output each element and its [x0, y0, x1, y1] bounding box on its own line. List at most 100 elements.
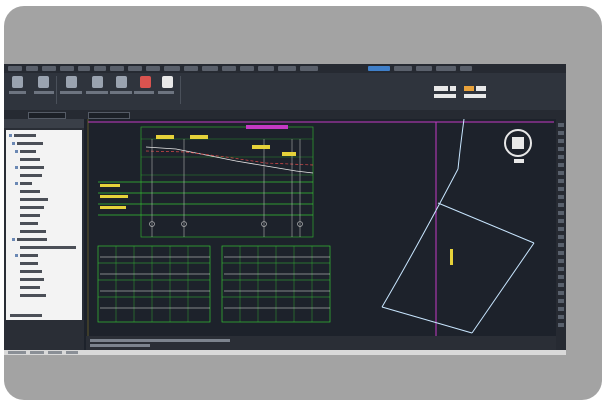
tree-expand-icon[interactable] — [12, 142, 15, 145]
status-item[interactable] — [66, 351, 78, 354]
tree-item[interactable] — [17, 142, 43, 145]
ribbon-tab[interactable] — [26, 66, 38, 71]
ribbon-tab[interactable] — [8, 66, 22, 71]
view-selector[interactable] — [28, 112, 66, 119]
ribbon-tab[interactable] — [184, 66, 198, 71]
toolbar-tool-icon[interactable] — [558, 259, 564, 263]
ribbon-tool-icon[interactable] — [140, 76, 151, 88]
ribbon-tool-icon[interactable] — [162, 76, 173, 88]
tree-item[interactable] — [20, 198, 48, 201]
tree-item[interactable] — [20, 222, 38, 225]
ribbon-tool-icon[interactable] — [450, 86, 456, 91]
ribbon-tab[interactable] — [394, 66, 412, 71]
tree-item[interactable] — [17, 238, 47, 241]
toolbar-tool-icon[interactable] — [558, 139, 564, 143]
toolbar-tool-icon[interactable] — [558, 267, 564, 271]
toolbar-tool-icon[interactable] — [558, 171, 564, 175]
ribbon-tool-icon[interactable] — [464, 94, 486, 98]
toolbar-tool-icon[interactable] — [558, 163, 564, 167]
toolbar-tool-icon[interactable] — [558, 155, 564, 159]
tree-expand-icon[interactable] — [15, 254, 18, 257]
ribbon-tab[interactable] — [110, 66, 124, 71]
toolbar-tool-icon[interactable] — [558, 227, 564, 231]
command-line[interactable] — [86, 336, 556, 350]
tree-item[interactable] — [20, 190, 40, 193]
toolbar-tool-icon[interactable] — [558, 123, 564, 127]
tree-item[interactable] — [20, 246, 76, 249]
command-input[interactable] — [90, 344, 150, 347]
tree-item[interactable] — [20, 230, 46, 233]
tree-item[interactable] — [20, 262, 38, 265]
toolbar-tool-icon[interactable] — [558, 307, 564, 311]
tree-expand-icon[interactable] — [12, 238, 15, 241]
ribbon-tool-icon[interactable] — [434, 86, 448, 91]
toolbar-tool-icon[interactable] — [558, 275, 564, 279]
tree-item[interactable] — [10, 314, 42, 317]
ribbon-tool-icon[interactable] — [464, 86, 474, 91]
toolbar-tool-icon[interactable] — [558, 243, 564, 247]
ribbon-tab[interactable] — [436, 66, 456, 71]
tree-item[interactable] — [20, 286, 40, 289]
toolbar-tool-icon[interactable] — [558, 147, 564, 151]
tree-item[interactable] — [20, 254, 38, 257]
ribbon-tool-icon[interactable] — [66, 76, 77, 88]
style-selector[interactable] — [88, 112, 130, 119]
toolbar-tool-icon[interactable] — [558, 323, 564, 327]
toolbar-tool-icon[interactable] — [558, 315, 564, 319]
ribbon-tool-icon[interactable] — [38, 76, 49, 88]
toolbar-tool-icon[interactable] — [558, 179, 564, 183]
tree-item[interactable] — [20, 214, 40, 217]
tree-item[interactable] — [20, 270, 42, 273]
ribbon-tab[interactable] — [240, 66, 254, 71]
toolbar-tool-icon[interactable] — [558, 195, 564, 199]
tree-item[interactable] — [20, 206, 44, 209]
ribbon-tab[interactable] — [416, 66, 432, 71]
model-space-canvas[interactable] — [86, 118, 556, 350]
ribbon-tab[interactable] — [128, 66, 142, 71]
toolbar-tool-icon[interactable] — [558, 131, 564, 135]
toolbar-tool-icon[interactable] — [558, 235, 564, 239]
toolbar-tool-icon[interactable] — [558, 187, 564, 191]
tree-item[interactable] — [14, 134, 36, 137]
tree-item[interactable] — [20, 158, 40, 161]
ribbon-tab-active[interactable] — [368, 66, 390, 71]
tree-item[interactable] — [20, 166, 44, 169]
ribbon-tab[interactable] — [278, 66, 296, 71]
toolbar-tool-icon[interactable] — [558, 203, 564, 207]
ribbon-tab[interactable] — [60, 66, 74, 71]
ribbon-tab[interactable] — [222, 66, 236, 71]
status-item[interactable] — [30, 351, 44, 354]
toolbar-tool-icon[interactable] — [558, 251, 564, 255]
ribbon-tab[interactable] — [78, 66, 90, 71]
status-item[interactable] — [48, 351, 62, 354]
tree-item[interactable] — [20, 174, 42, 177]
toolbar-tool-icon[interactable] — [558, 299, 564, 303]
tree-item[interactable] — [20, 150, 36, 153]
tree-item[interactable] — [20, 294, 46, 297]
status-item[interactable] — [8, 351, 26, 354]
tree-expand-icon[interactable] — [15, 150, 18, 153]
ribbon-tab[interactable] — [42, 66, 56, 71]
ribbon-tool-icon[interactable] — [12, 76, 23, 88]
ribbon-tool-icon[interactable] — [434, 94, 456, 98]
ribbon-tab[interactable] — [300, 66, 318, 71]
ribbon-tool-icon[interactable] — [116, 76, 127, 88]
project-tree[interactable] — [6, 130, 82, 320]
tree-expand-icon[interactable] — [9, 134, 12, 137]
tree-item[interactable] — [20, 182, 32, 185]
ribbon-tab[interactable] — [164, 66, 180, 71]
ribbon-tool-icon[interactable] — [92, 76, 103, 88]
toolbar-tool-icon[interactable] — [558, 283, 564, 287]
tree-expand-icon[interactable] — [15, 166, 18, 169]
tree-expand-icon[interactable] — [15, 182, 18, 185]
tree-item[interactable] — [20, 278, 44, 281]
toolbar-tool-icon[interactable] — [558, 211, 564, 215]
toolbar-tool-icon[interactable] — [558, 291, 564, 295]
ribbon-tool-icon[interactable] — [476, 86, 486, 91]
ribbon-tab[interactable] — [146, 66, 160, 71]
ribbon-tab[interactable] — [94, 66, 106, 71]
ribbon-tab[interactable] — [460, 66, 472, 71]
ribbon-tab[interactable] — [202, 66, 218, 71]
ribbon-tab[interactable] — [258, 66, 274, 71]
toolbar-tool-icon[interactable] — [558, 219, 564, 223]
